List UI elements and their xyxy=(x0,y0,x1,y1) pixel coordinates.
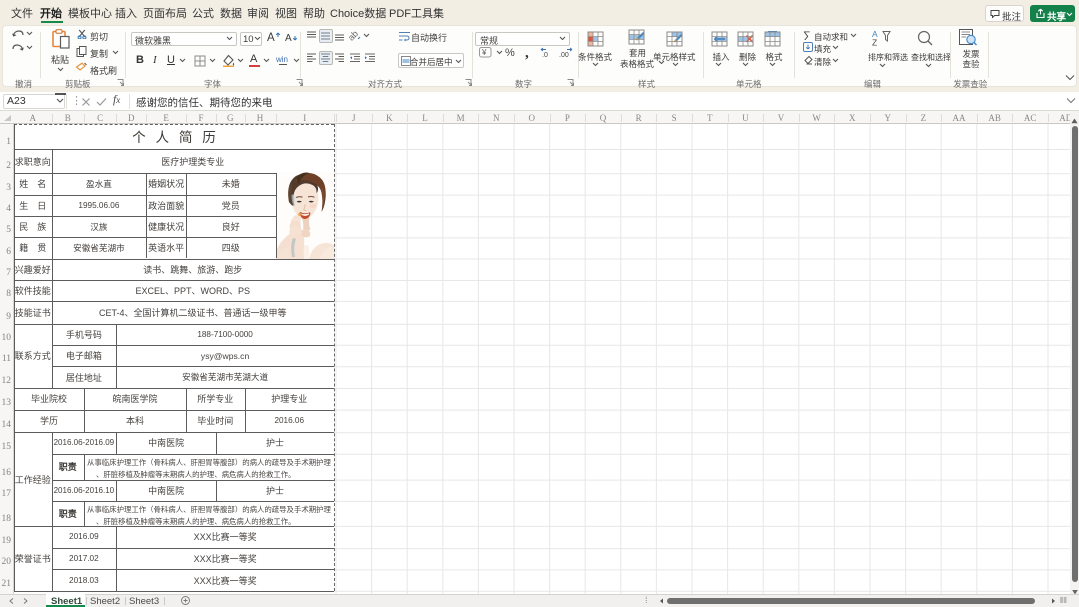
svg-text:∑: ∑ xyxy=(803,30,811,40)
svg-text:ab: ab xyxy=(349,30,360,41)
svg-text:.0: .0 xyxy=(542,52,548,58)
svg-text:Z: Z xyxy=(872,38,877,47)
svg-text:¥: ¥ xyxy=(481,48,487,57)
svg-text:win: win xyxy=(276,55,288,64)
svg-text:.00: .00 xyxy=(559,52,569,58)
